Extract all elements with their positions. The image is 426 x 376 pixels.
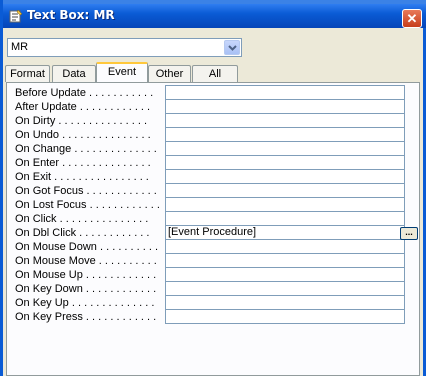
build-event-button[interactable]: ... <box>400 227 418 240</box>
chevron-down-icon <box>228 45 237 51</box>
tab-data[interactable]: Data <box>52 65 96 82</box>
property-label: On Undo . . . . . . . . . . . . . . . <box>15 129 151 141</box>
properties-sheet-icon <box>9 9 23 23</box>
property-row-on-change[interactable]: On Change . . . . . . . . . . . . . . <box>15 142 405 156</box>
property-row-on-exit[interactable]: On Exit . . . . . . . . . . . . . . . . <box>15 170 405 184</box>
property-row-on-mouse-move[interactable]: On Mouse Move . . . . . . . . . . <box>15 254 405 268</box>
object-selector-dropdown[interactable]: MR <box>7 38 242 57</box>
property-label: On Dirty . . . . . . . . . . . . . . . <box>15 115 148 127</box>
property-value-field[interactable] <box>165 296 405 310</box>
property-row-on-dbl-click[interactable]: On Dbl Click . . . . . . . . . . . . [Ev… <box>15 226 405 240</box>
property-value-field[interactable] <box>165 254 405 268</box>
property-value-field[interactable] <box>165 240 405 254</box>
property-value-field[interactable] <box>165 268 405 282</box>
tab-other[interactable]: Other <box>148 65 191 82</box>
tab-format[interactable]: Format <box>5 65 50 82</box>
property-value-field[interactable] <box>165 198 405 212</box>
property-label: On Mouse Move . . . . . . . . . . <box>15 255 157 267</box>
property-value-field[interactable] <box>165 156 405 170</box>
property-label: On Exit . . . . . . . . . . . . . . . . <box>15 171 149 183</box>
property-value-field[interactable] <box>165 128 405 142</box>
property-row-on-mouse-up[interactable]: On Mouse Up . . . . . . . . . . . . <box>15 268 405 282</box>
window-title: Text Box: MR <box>27 8 115 22</box>
property-label: On Enter . . . . . . . . . . . . . . . <box>15 157 151 169</box>
property-row-on-key-press[interactable]: On Key Press . . . . . . . . . . . . <box>15 310 405 324</box>
property-value-field[interactable] <box>165 310 405 324</box>
property-row-on-lost-focus[interactable]: On Lost Focus . . . . . . . . . . . . <box>15 198 405 212</box>
property-row-on-click[interactable]: On Click . . . . . . . . . . . . . . . <box>15 212 405 226</box>
property-label: On Key Press . . . . . . . . . . . . <box>15 311 157 323</box>
property-value-field[interactable] <box>165 142 405 156</box>
property-value-field[interactable] <box>165 100 405 114</box>
property-value-field[interactable] <box>165 114 405 128</box>
property-row-on-key-down[interactable]: On Key Down . . . . . . . . . . . . <box>15 282 405 296</box>
dropdown-arrow-button[interactable] <box>224 40 240 55</box>
property-label: On Key Down . . . . . . . . . . . . <box>15 283 157 295</box>
tab-event[interactable]: Event <box>96 62 148 82</box>
property-label: Before Update . . . . . . . . . . . <box>15 87 154 99</box>
property-row-on-enter[interactable]: On Enter . . . . . . . . . . . . . . . <box>15 156 405 170</box>
object-selector-value: MR <box>11 41 29 53</box>
property-value-field[interactable] <box>165 282 405 296</box>
properties-window: Text Box: MR ✕ MR Format Data Event Othe… <box>0 0 426 376</box>
property-label: On Change . . . . . . . . . . . . . . <box>15 143 157 155</box>
property-row-on-dirty[interactable]: On Dirty . . . . . . . . . . . . . . . <box>15 114 405 128</box>
event-properties-panel: Before Update . . . . . . . . . . . Afte… <box>6 82 420 376</box>
property-label: On Lost Focus . . . . . . . . . . . . <box>15 199 160 211</box>
property-value-field[interactable] <box>165 184 405 198</box>
property-value-field[interactable]: [Event Procedure] <box>165 226 405 240</box>
close-button[interactable]: ✕ <box>402 9 422 28</box>
property-value-field[interactable] <box>165 85 405 100</box>
property-value-field[interactable] <box>165 170 405 184</box>
property-row-on-undo[interactable]: On Undo . . . . . . . . . . . . . . . <box>15 128 405 142</box>
property-value-field[interactable] <box>165 212 405 226</box>
property-label: On Key Up . . . . . . . . . . . . . . <box>15 297 155 309</box>
property-label: On Click . . . . . . . . . . . . . . . <box>15 213 149 225</box>
property-row-on-key-up[interactable]: On Key Up . . . . . . . . . . . . . . <box>15 296 405 310</box>
title-bar[interactable]: Text Box: MR ✕ <box>3 4 426 28</box>
property-row-after-update[interactable]: After Update . . . . . . . . . . . . <box>15 100 405 114</box>
property-row-on-mouse-down[interactable]: On Mouse Down . . . . . . . . . . <box>15 240 405 254</box>
property-label: On Mouse Up . . . . . . . . . . . . <box>15 269 157 281</box>
property-row-before-update[interactable]: Before Update . . . . . . . . . . . <box>15 85 405 100</box>
property-label: On Dbl Click . . . . . . . . . . . . <box>15 227 150 239</box>
property-label: On Mouse Down . . . . . . . . . . <box>15 241 159 253</box>
property-row-on-got-focus[interactable]: On Got Focus . . . . . . . . . . . . <box>15 184 405 198</box>
property-label: On Got Focus . . . . . . . . . . . . <box>15 185 157 197</box>
tab-all[interactable]: All <box>192 65 238 82</box>
property-label: After Update . . . . . . . . . . . . <box>15 101 151 113</box>
close-icon: ✕ <box>406 11 418 26</box>
